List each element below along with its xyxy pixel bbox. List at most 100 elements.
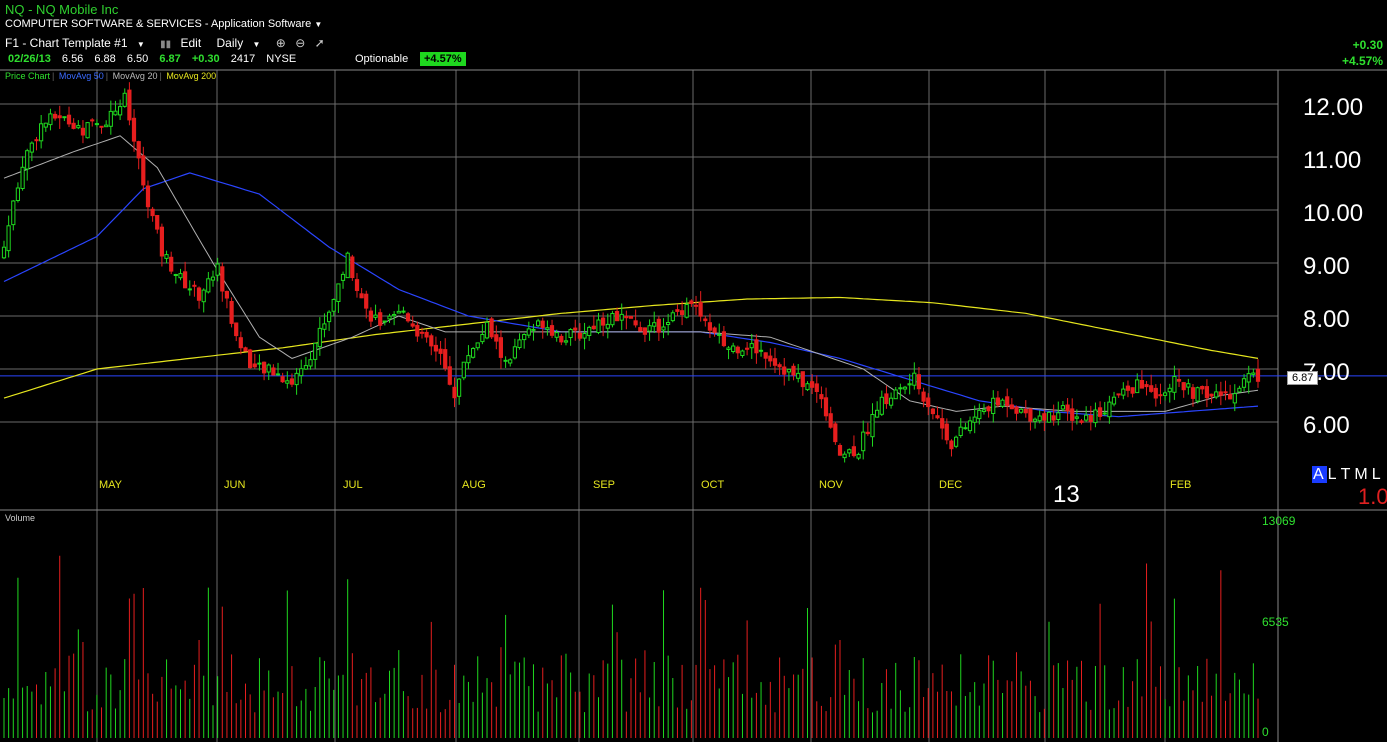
candle-up (875, 409, 880, 418)
candle-down (884, 393, 889, 405)
candle-up (981, 409, 987, 412)
candle-up (963, 427, 968, 430)
candle-down (262, 361, 267, 374)
price-tick-label: 8.00 (1303, 306, 1350, 333)
candle-up (907, 383, 912, 386)
price-tick-label: 11.00 (1303, 147, 1361, 174)
candle-up (15, 187, 20, 201)
candle-up (954, 436, 959, 447)
candle-down (944, 423, 949, 441)
candle-down (940, 418, 945, 429)
candle-up (605, 323, 610, 329)
moving-averages (3, 135, 1259, 418)
candle-down (703, 318, 708, 322)
candle-down (754, 339, 759, 354)
volume-tick-max: 13069 (1262, 514, 1296, 528)
candle-up (568, 329, 573, 338)
candle-down (57, 115, 62, 119)
scale-value: 1.0 (1358, 484, 1387, 509)
candle-up (29, 142, 34, 153)
price-volume-chart[interactable]: 12.0011.0010.009.008.007.006.00MAY JUN JUL… (0, 0, 1387, 742)
candle-down (169, 256, 174, 272)
candle-up (1232, 393, 1237, 404)
candle-up (1111, 396, 1117, 405)
candle-up (545, 327, 550, 330)
candle-up (1237, 387, 1242, 393)
period-button-a[interactable]: A (1312, 466, 1327, 483)
candle-down (141, 155, 146, 186)
period-button-l2[interactable]: L (1371, 466, 1384, 483)
candle-up (104, 124, 109, 128)
month-label: SEP (593, 479, 615, 491)
candle-up (480, 334, 485, 343)
candle-up (313, 342, 318, 360)
candle-down (1079, 420, 1084, 423)
candle-down (680, 310, 685, 316)
candle-down (224, 291, 230, 299)
month-label: MAY (99, 479, 123, 491)
candle-down (1005, 396, 1010, 407)
candle-up (187, 288, 192, 291)
candle-down (833, 423, 838, 443)
volume-label: Volume (5, 513, 36, 523)
candle-up (661, 326, 666, 331)
candle-down (577, 332, 582, 339)
candle-up (1135, 379, 1140, 394)
candle-down (777, 364, 782, 368)
candle-up (39, 123, 44, 142)
candle-up (898, 387, 903, 390)
candle-down (1153, 387, 1158, 399)
legend-price[interactable]: Price Chart (5, 71, 50, 81)
candle-up (596, 319, 601, 333)
period-button-l[interactable]: L (1327, 466, 1340, 483)
candle-up (275, 373, 281, 376)
candle-down (921, 391, 926, 402)
candle-up (587, 326, 592, 336)
candle-down (930, 408, 935, 415)
candle-up (1, 246, 7, 259)
candle-down (155, 215, 160, 230)
candle-down (419, 331, 425, 334)
candle-up (471, 348, 476, 358)
candle-down (712, 327, 717, 333)
candle-down (1190, 387, 1196, 399)
candle-up (749, 343, 754, 349)
candle-down (234, 322, 239, 337)
volume-bars (3, 555, 1259, 738)
candle-up (178, 273, 183, 279)
candle-up (958, 426, 963, 437)
candle-down (837, 445, 843, 456)
candle-down (150, 208, 155, 217)
candle-up (113, 110, 118, 116)
candle-up (666, 322, 671, 325)
candle-down (656, 318, 661, 333)
candle-up (294, 372, 299, 386)
candle-up (1019, 408, 1024, 413)
legend-ma50[interactable]: MovAvg 50 (59, 71, 104, 81)
period-button-m[interactable]: M (1353, 466, 1370, 483)
candle-down (438, 348, 443, 354)
candle-up (870, 414, 875, 438)
price-tick-label: 12.00 (1303, 94, 1363, 121)
candle-down (591, 325, 596, 330)
candle-up (977, 409, 982, 420)
candle-up (912, 372, 917, 386)
candle-up (972, 416, 977, 423)
candle-down (145, 185, 151, 208)
candle-down (1098, 407, 1103, 417)
candle-up (512, 346, 517, 359)
candle-down (238, 337, 243, 349)
candle-up (340, 273, 346, 281)
candle-down (368, 310, 373, 322)
legend-ma20[interactable]: MovAvg 20 (113, 71, 158, 81)
period-button-t[interactable]: T (1340, 466, 1354, 483)
chart-legend: Price Chart | MovAvg 50 | MovAvg 20 | MovAv… (5, 71, 217, 81)
candle-down (405, 313, 411, 322)
candle-up (373, 314, 378, 318)
candle-down (1181, 382, 1186, 391)
candle-up (118, 106, 123, 116)
candle-down (252, 363, 257, 368)
legend-ma200[interactable]: MovAvg 200 (166, 71, 216, 81)
candle-up (392, 314, 397, 317)
candle-down (243, 347, 248, 352)
